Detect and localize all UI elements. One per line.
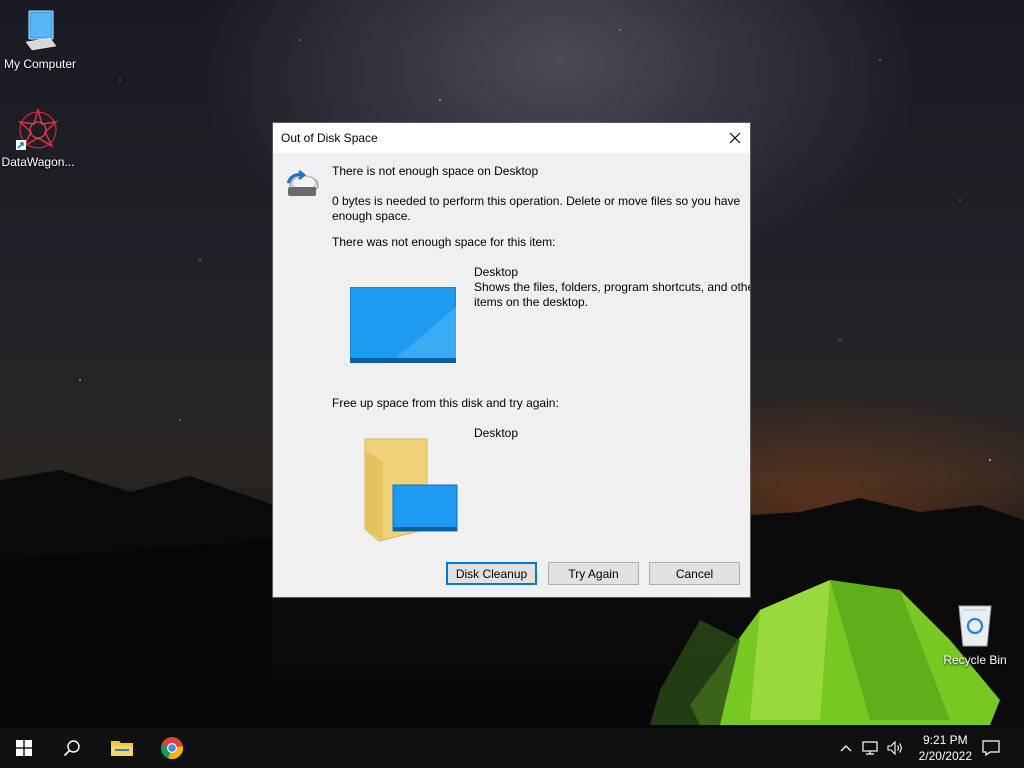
disk-drive-icon	[286, 170, 319, 196]
speaker-icon	[887, 740, 902, 756]
item-name: Desktop	[474, 265, 519, 279]
volume-button[interactable]	[884, 728, 906, 768]
chrome-icon	[161, 737, 183, 760]
item-description-line2: items on the desktop.	[474, 295, 589, 309]
show-hidden-icons-button[interactable]	[838, 728, 854, 768]
chrome-button[interactable]	[148, 728, 196, 768]
item-section-label: There was not enough space for this item…	[332, 235, 556, 249]
close-button[interactable]	[720, 123, 750, 153]
dialog-title: Out of Disk Space	[281, 131, 378, 145]
file-explorer-button[interactable]	[98, 728, 146, 768]
desktop-icon-my-computer[interactable]: My Computer	[0, 8, 80, 71]
disk-cleanup-button[interactable]: Disk Cleanup	[446, 562, 537, 585]
datawagon-logo-icon	[16, 107, 59, 150]
notification-icon	[982, 740, 1000, 757]
dialog-message-line1: 0 bytes is needed to perform this operat…	[332, 194, 741, 208]
search-icon	[63, 740, 80, 757]
clock-date: 2/20/2022	[918, 749, 972, 763]
chevron-up-icon	[840, 745, 852, 752]
disk-name: Desktop	[474, 426, 519, 440]
dialog-titlebar[interactable]: Out of Disk Space	[273, 123, 750, 153]
item-description-line1: Shows the files, folders, program shortc…	[474, 280, 750, 294]
desktop-icon-datawagon[interactable]: DataWagon...	[0, 106, 78, 169]
network-button[interactable]	[860, 728, 882, 768]
windows-logo-icon	[16, 740, 32, 756]
close-icon	[729, 132, 741, 144]
try-again-button[interactable]: Try Again	[548, 562, 639, 585]
desktop-icon-label: DataWagon...	[1, 155, 75, 169]
free-space-label: Free up space from this disk and try aga…	[332, 396, 559, 410]
search-button[interactable]	[48, 728, 96, 768]
dialog-heading: There is not enough space on Desktop	[332, 164, 539, 178]
taskbar: 9:21 PM 2/20/2022	[0, 728, 1024, 768]
out-of-disk-space-dialog: Out of Disk Space There is not enough sp…	[272, 122, 751, 598]
desktop-icon-label: My Computer	[3, 57, 77, 71]
network-icon	[862, 741, 878, 755]
clock[interactable]: 9:21 PM 2/20/2022	[919, 732, 972, 764]
start-button[interactable]	[0, 728, 48, 768]
folder-icon	[111, 741, 133, 756]
clock-time: 9:21 PM	[922, 733, 968, 747]
recycle-bin-icon	[958, 605, 992, 647]
desktop-preview-icon	[350, 287, 456, 363]
desktop-folder-icon	[364, 438, 458, 542]
desktop-icon-label: Recycle Bin	[943, 653, 1007, 667]
desktop-icon-recycle-bin[interactable]: Recycle Bin	[935, 602, 1015, 667]
computer-icon	[25, 10, 57, 51]
dialog-message-line2: enough space.	[332, 209, 411, 223]
action-center-button[interactable]	[976, 728, 1006, 768]
cancel-button[interactable]: Cancel	[649, 562, 740, 585]
